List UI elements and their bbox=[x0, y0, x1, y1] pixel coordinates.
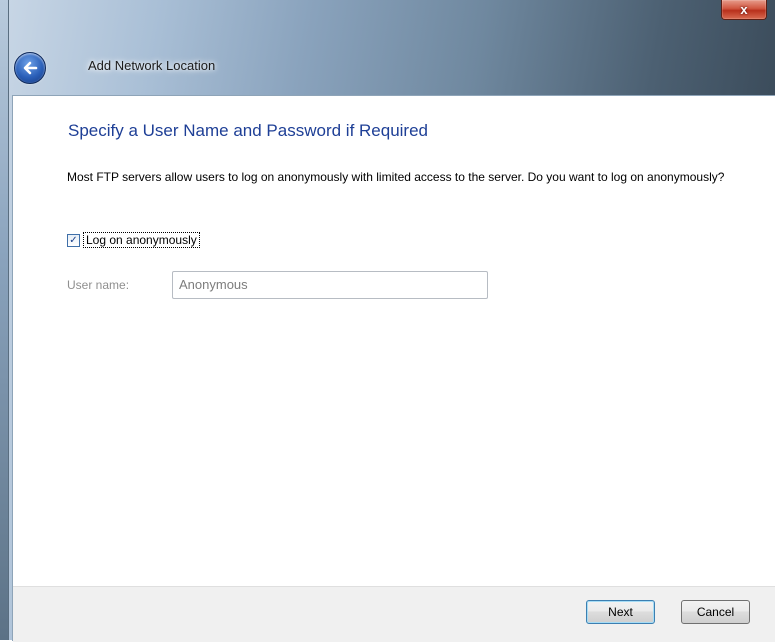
cancel-button[interactable]: Cancel bbox=[681, 600, 750, 624]
anonymous-checkbox-label[interactable]: Log on anonymously bbox=[83, 232, 200, 248]
back-button[interactable] bbox=[14, 52, 46, 84]
close-button[interactable]: x bbox=[721, 0, 767, 20]
page-description: Most FTP servers allow users to log on a… bbox=[67, 170, 725, 184]
window-left-edge bbox=[0, 0, 9, 640]
back-arrow-icon bbox=[23, 61, 38, 75]
checkmark-icon: ✓ bbox=[69, 234, 78, 246]
close-icon: x bbox=[740, 2, 748, 17]
title-bar: x bbox=[8, 0, 775, 95]
wizard-content: Specify a User Name and Password if Requ… bbox=[12, 95, 775, 642]
page-heading: Specify a User Name and Password if Requ… bbox=[68, 121, 428, 140]
username-input[interactable]: Anonymous bbox=[172, 271, 488, 299]
wizard-footer: Next Cancel bbox=[13, 586, 775, 642]
anonymous-checkbox-row[interactable]: ✓ Log on anonymously bbox=[67, 232, 200, 248]
username-label: User name: bbox=[67, 278, 130, 292]
window-title: Add Network Location bbox=[88, 58, 216, 73]
next-button[interactable]: Next bbox=[586, 600, 655, 624]
anonymous-checkbox[interactable]: ✓ bbox=[67, 233, 80, 247]
